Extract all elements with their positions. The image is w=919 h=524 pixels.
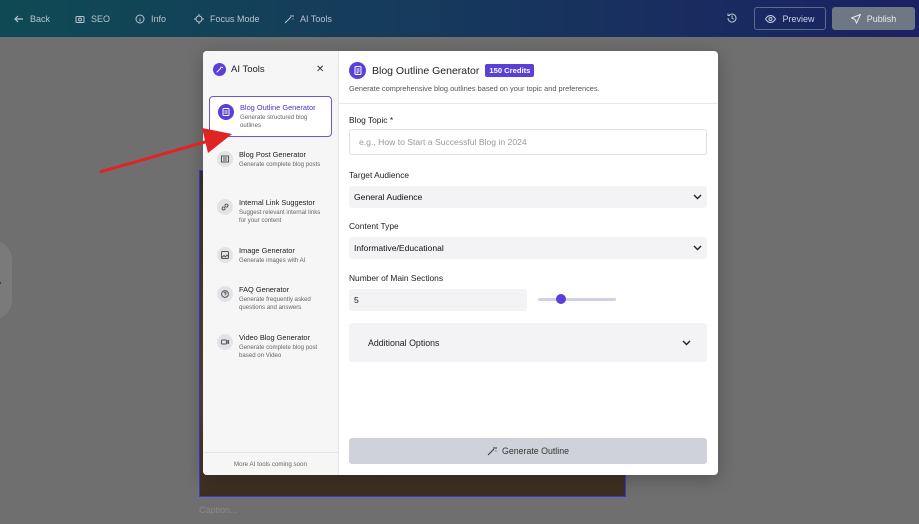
sidebar-title: AI Tools [231, 64, 265, 75]
sidebar-item-blog-outline-generator[interactable]: Blog Outline Generator Generate structur… [209, 96, 332, 137]
sidebar-item-video-blog-generator[interactable]: Video Blog Generator Generate complete b… [209, 327, 332, 366]
ai-tools-label: AI Tools [300, 13, 332, 24]
content-type-select[interactable]: Informative/Educational [349, 237, 707, 259]
magic-wand-icon [487, 447, 497, 456]
close-icon[interactable]: ✕ [316, 64, 324, 75]
document-icon [349, 62, 366, 79]
chevron-down-icon [682, 340, 691, 346]
blog-topic-input[interactable]: e.g., How to Start a Successful Blog in … [349, 129, 707, 155]
chevron-down-icon [693, 194, 702, 200]
sections-slider[interactable] [538, 298, 616, 301]
sidebar-item-title: Blog Post Generator [239, 150, 306, 159]
publish-label: Publish [866, 13, 897, 24]
publish-button[interactable]: Publish [832, 7, 915, 30]
info-button[interactable]: Info [135, 0, 166, 37]
ai-tools-modal: AI Tools ✕ Blog Outline Generator Genera… [203, 51, 718, 475]
camera-icon [75, 15, 85, 23]
sidebar-item-title: Image Generator [239, 246, 295, 255]
tool-panel: Blog Outline Generator 150 Credits Gener… [339, 51, 718, 475]
preview-button[interactable]: Preview [754, 7, 826, 30]
sidebar-item-title: FAQ Generator [239, 285, 290, 294]
tool-title: Blog Outline Generator [372, 64, 480, 77]
blog-topic-placeholder: e.g., How to Start a Successful Blog in … [359, 137, 527, 147]
focus-mode-button[interactable]: Focus Mode [194, 0, 260, 37]
sections-slider-thumb[interactable] [556, 294, 567, 304]
eye-icon [765, 14, 777, 23]
arrow-left-icon [14, 15, 23, 22]
question-icon [217, 286, 233, 302]
send-icon [850, 13, 861, 24]
ai-tools-logo-icon [213, 63, 226, 76]
seo-label: SEO [91, 13, 111, 24]
additional-options-toggle[interactable]: Additional Options [349, 323, 707, 362]
image-caption[interactable]: Caption... [199, 505, 238, 515]
preview-label: Preview [782, 13, 815, 24]
magic-wand-icon [284, 14, 294, 23]
back-label: Back [30, 13, 51, 24]
sidebar-item-blog-post-generator[interactable]: Blog Post Generator Generate complete bl… [209, 144, 332, 175]
top-toolbar: Back SEO Info Focus Mode AI Tools Previe… [0, 0, 919, 37]
generate-outline-button[interactable]: Generate Outline [349, 438, 707, 464]
sidebar-item-desc: Generate frequently asked questions and … [239, 296, 311, 311]
article-icon [217, 151, 233, 167]
focus-mode-label: Focus Mode [210, 13, 260, 24]
sidebar-item-desc: Generate images with AI [239, 257, 306, 264]
info-icon [135, 14, 145, 23]
target-audience-select[interactable]: General Audience [349, 186, 707, 208]
credits-badge: 150 Credits [485, 64, 535, 77]
sidebar-item-desc: Generate complete blog posts [239, 161, 321, 168]
history-icon[interactable] [726, 12, 738, 24]
target-audience-value: General Audience [354, 192, 423, 202]
sections-value: 5 [354, 295, 359, 305]
tool-header: Blog Outline Generator 150 Credits Gener… [339, 51, 718, 104]
sidebar-item-internal-link-suggestor[interactable]: Internal Link Suggestor Suggest relevant… [209, 192, 332, 231]
content-type-value: Informative/Educational [354, 243, 444, 253]
chevron-right-icon: › [0, 277, 2, 289]
ai-tools-button[interactable]: AI Tools [284, 0, 332, 37]
sidebar-item-desc: Suggest relevant internal links for your… [239, 209, 321, 224]
blog-topic-label: Blog Topic * [349, 115, 394, 125]
generate-outline-label: Generate Outline [502, 446, 569, 456]
sidebar-footer: More AI tools coming soon [203, 452, 338, 475]
info-label: Info [151, 13, 167, 24]
target-audience-label: Target Audience [349, 170, 410, 180]
ai-tools-sidebar: AI Tools ✕ Blog Outline Generator Genera… [203, 51, 339, 475]
seo-button[interactable]: SEO [75, 0, 110, 37]
sidebar-item-image-generator[interactable]: Image Generator Generate images with AI [209, 240, 332, 271]
sidebar-item-title: Video Blog Generator [239, 333, 310, 342]
tool-subtitle: Generate comprehensive blog outlines bas… [349, 84, 600, 93]
back-button[interactable]: Back [14, 0, 50, 37]
sidebar-item-faq-generator[interactable]: FAQ Generator Generate frequently asked … [209, 279, 332, 318]
document-icon [218, 104, 234, 120]
sections-number-input[interactable]: 5 [349, 289, 527, 311]
content-type-label: Content Type [349, 221, 399, 231]
sidebar-item-title: Internal Link Suggestor [239, 198, 316, 207]
sidebar-item-desc: Generate structured blog outlines [240, 114, 308, 129]
chevron-down-icon [693, 245, 702, 251]
sidebar-item-title: Blog Outline Generator [240, 103, 316, 112]
focus-icon [194, 13, 204, 24]
link-icon [217, 199, 233, 215]
video-icon [217, 334, 233, 350]
sections-label: Number of Main Sections [349, 273, 444, 283]
additional-options-label: Additional Options [368, 337, 440, 348]
sidebar-item-desc: Generate complete blog post based on Vid… [239, 344, 318, 359]
image-icon [217, 247, 233, 263]
